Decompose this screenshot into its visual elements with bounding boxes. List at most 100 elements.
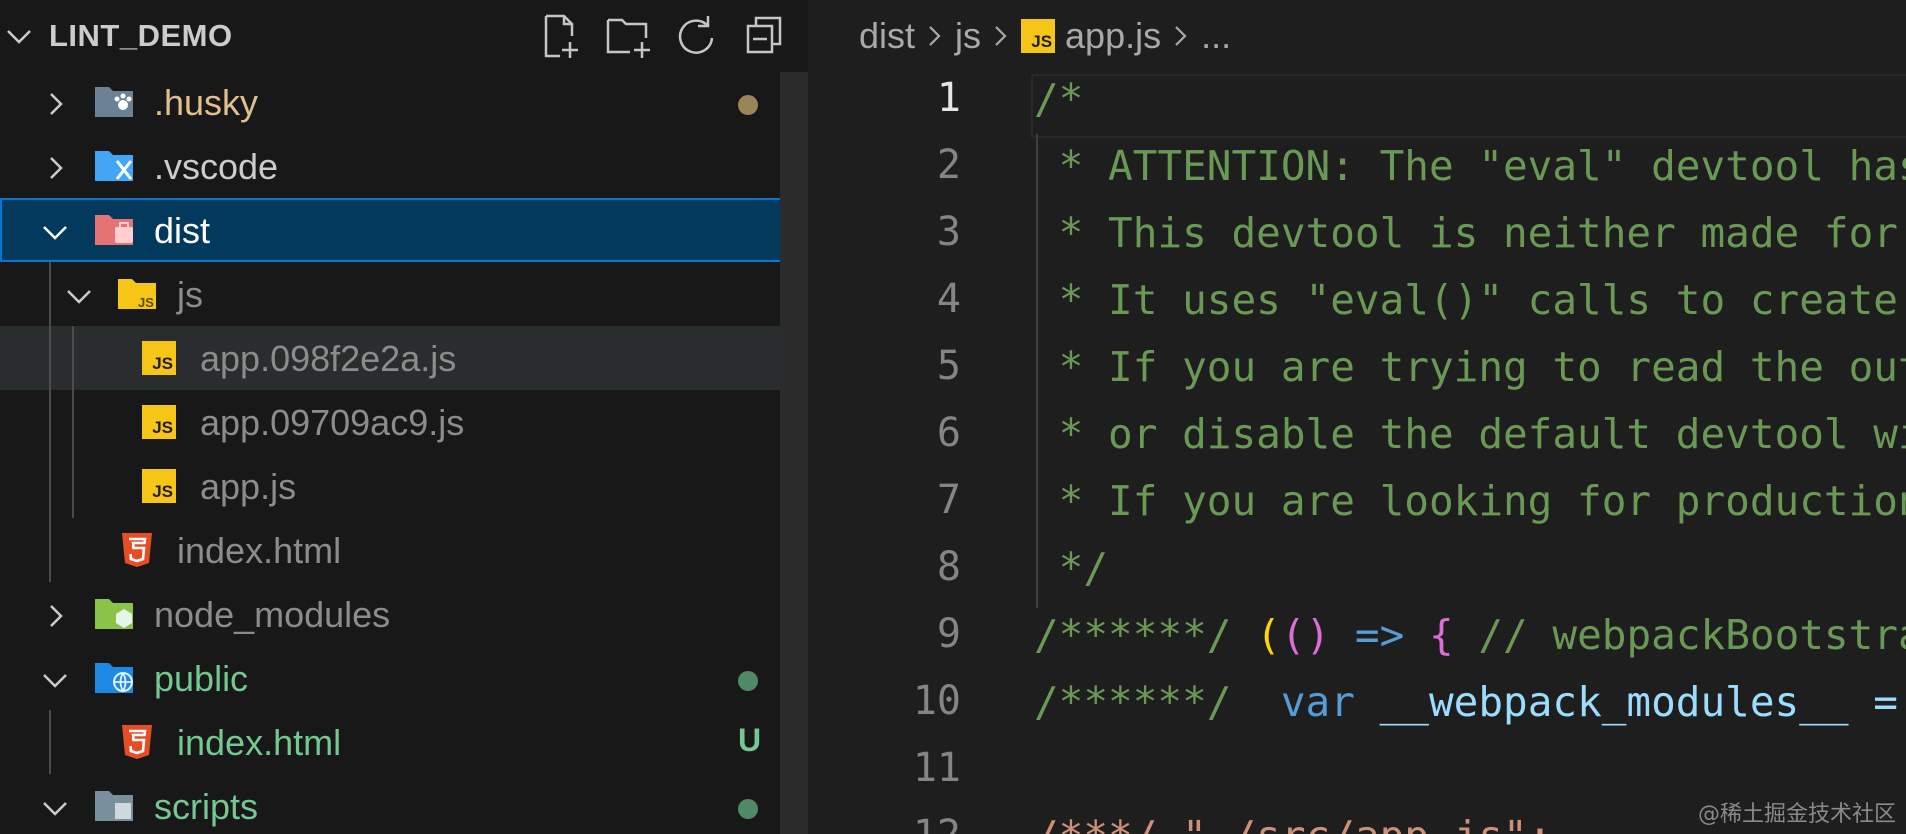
tree-item-public[interactable]: public: [0, 646, 808, 710]
code-text: /*: [1034, 75, 1084, 123]
code-line[interactable]: 2 * ATTENTION: The "eval" devtool has be…: [811, 134, 1906, 201]
code-text: /******/ var __webpack_modules__ = ({: [1034, 678, 1898, 726]
untracked-badge: U: [738, 722, 762, 758]
js-file-icon: JS: [142, 405, 176, 439]
tree-item-label: index.html: [177, 530, 342, 571]
code-line[interactable]: 7 * If you are looking for production-re…: [811, 469, 1906, 536]
tree-item-app-js[interactable]: JS app.js: [0, 454, 808, 518]
html-file-icon: [122, 533, 152, 567]
git-status-dot: [738, 799, 758, 819]
node-folder-icon: [95, 599, 133, 629]
explorer-title: LINT_DEMO: [49, 18, 233, 53]
code-text: /***/ "./src/app.js":: [1034, 812, 1552, 834]
dist-folder-icon: [95, 215, 133, 245]
modified-indicator: [738, 95, 758, 115]
tree-item-husky[interactable]: .husky: [0, 70, 808, 134]
explorer-header[interactable]: LINT_DEMO: [0, 0, 808, 72]
line-number: 12: [811, 812, 961, 834]
code-text: /******/ (() => { // webpackBootstrap: [1034, 611, 1906, 659]
chevron-down-icon[interactable]: [4, 22, 34, 52]
watermark: @稀土掘金技术社区: [1697, 802, 1896, 827]
new-folder-icon[interactable]: [604, 12, 652, 60]
new-file-icon[interactable]: [536, 12, 584, 60]
breadcrumb-item[interactable]: js: [955, 15, 981, 57]
vscode-folder-icon: [95, 151, 133, 181]
chevron-down-icon[interactable]: [64, 282, 94, 312]
html-file-icon: [122, 725, 152, 759]
code-line[interactable]: 9 /******/ (() => { // webpackBootstrap: [811, 603, 1906, 670]
scripts-folder-icon: [95, 791, 133, 821]
chevron-down-icon[interactable]: [40, 666, 70, 696]
breadcrumb-item[interactable]: dist: [859, 15, 915, 57]
line-number: 4: [936, 276, 961, 322]
line-number: 8: [936, 544, 961, 590]
tree-item-label: app.098f2e2a.js: [200, 338, 457, 379]
breadcrumb-item[interactable]: ...: [1201, 15, 1231, 57]
code-line[interactable]: 5 * If you are trying to read the output…: [811, 335, 1906, 402]
chevron-down-icon[interactable]: [40, 218, 70, 248]
tree-item-label: .husky: [154, 82, 259, 123]
tree-item-node-modules[interactable]: node_modules: [0, 582, 808, 646]
tree-item-label: .vscode: [154, 146, 279, 187]
husky-folder-icon: [95, 87, 133, 117]
code-text: * ATTENTION: The "eval" devtool has been…: [1058, 142, 1906, 190]
line-number: 10: [912, 678, 961, 724]
tree-item-app-098f2e2a[interactable]: JS app.098f2e2a.js: [0, 326, 808, 390]
js-file-icon: JS: [1021, 19, 1056, 53]
breadcrumb: dist js JS app.js ...: [859, 12, 1231, 60]
line-number: 7: [936, 477, 961, 523]
svg-text:JS: JS: [138, 295, 154, 310]
explorer-panel: LINT_DEMO .husky .vscode dist JS js JS a…: [0, 0, 808, 834]
code-text: */: [1034, 544, 1109, 592]
js-file-icon: JS: [142, 469, 176, 503]
tree-item-label: app.09709ac9.js: [200, 402, 465, 443]
line-number: 3: [936, 209, 961, 255]
explorer-scrollbar[interactable]: [780, 72, 808, 834]
chevron-down-icon[interactable]: [40, 794, 70, 824]
code-line[interactable]: 10 /******/ var __webpack_modules__ = ({: [811, 670, 1906, 737]
code-line[interactable]: 6 * or disable the default devtool with …: [811, 402, 1906, 469]
tree-item-label: js: [177, 274, 203, 315]
tree-item-dist[interactable]: dist: [0, 198, 808, 262]
chevron-right-icon: [995, 26, 1007, 46]
indent-guide: [49, 262, 51, 582]
code-line[interactable]: 1 /*: [811, 67, 1906, 134]
tree-item-vscode[interactable]: .vscode: [0, 134, 808, 198]
line-number: 5: [936, 343, 961, 389]
tree-item-label: index.html: [177, 722, 342, 763]
git-status-dot: [738, 671, 758, 691]
code-text: * This devtool is neither made for produ…: [1058, 209, 1898, 257]
chevron-right-icon[interactable]: [42, 602, 70, 630]
code-line[interactable]: 8 */: [811, 536, 1906, 603]
line-number: 11: [912, 745, 961, 791]
breadcrumb-item[interactable]: app.js: [1065, 15, 1161, 57]
chevron-right-icon: [929, 26, 941, 46]
code-line[interactable]: 4 * It uses "eval()" calls to create a s…: [811, 268, 1906, 335]
tree-item-dist-index-html[interactable]: index.html: [0, 518, 808, 582]
line-number: 2: [936, 142, 961, 188]
tree-item-scripts[interactable]: scripts: [0, 774, 808, 834]
tree-item-label: dist: [154, 210, 211, 251]
tree-item-app-09709ac9[interactable]: JS app.09709ac9.js: [0, 390, 808, 454]
tree-item-js-folder[interactable]: JS js: [0, 262, 808, 326]
tree-item-label: node_modules: [154, 594, 391, 635]
code-line[interactable]: 3 * This devtool is neither made for pro…: [811, 201, 1906, 268]
chevron-right-icon[interactable]: [42, 90, 70, 118]
line-number: 1: [936, 75, 961, 121]
code-text: * If you are looking for production-read…: [1058, 477, 1906, 525]
chevron-right-icon[interactable]: [42, 154, 70, 182]
js-folder-icon: JS: [118, 279, 156, 310]
refresh-icon[interactable]: [672, 12, 720, 60]
indent-guide: [49, 710, 51, 774]
chevron-right-icon: [1175, 26, 1187, 46]
line-number: 6: [936, 410, 961, 456]
line-number: 9: [936, 611, 961, 657]
js-file-icon: JS: [142, 341, 176, 375]
public-folder-icon: [95, 663, 133, 693]
indent-guide: [72, 326, 74, 518]
code-text: * or disable the default devtool with "d…: [1058, 410, 1906, 458]
tree-item-public-index-html[interactable]: index.html U: [0, 710, 808, 774]
collapse-all-icon[interactable]: [742, 12, 790, 60]
code-editor[interactable]: dist js JS app.js ... 1 /* 2 * ATTENTION…: [811, 0, 1906, 834]
code-line[interactable]: 11: [811, 737, 1906, 804]
